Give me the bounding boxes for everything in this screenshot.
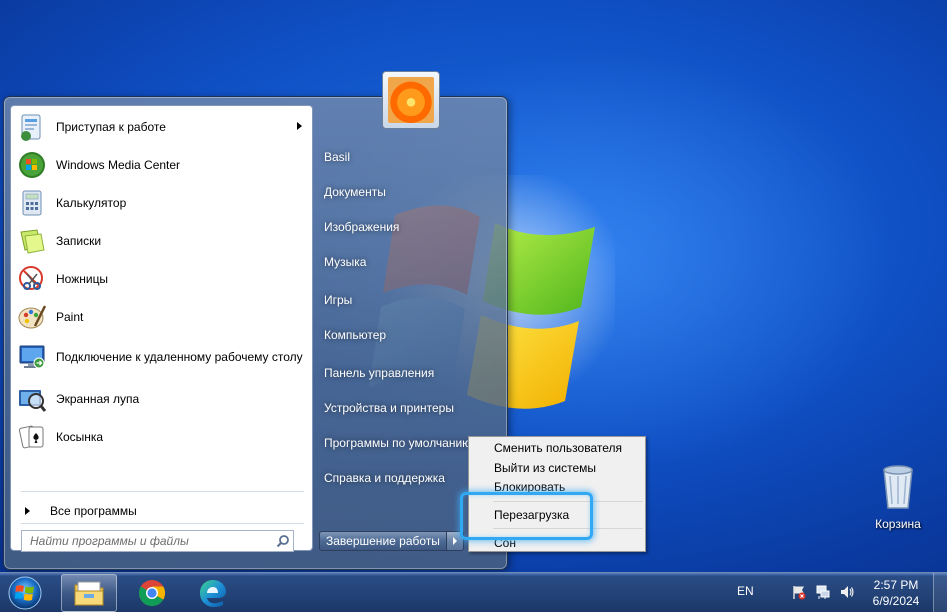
- paint-icon: [18, 305, 47, 329]
- right-link-label: Игры: [324, 293, 353, 307]
- taskbar-chrome[interactable]: [124, 574, 180, 612]
- right-link-pictures[interactable]: Изображения: [319, 214, 479, 240]
- network-icon[interactable]: [815, 584, 831, 600]
- start-button[interactable]: [5, 575, 45, 611]
- program-label: Калькулятор: [56, 195, 127, 210]
- program-label: Windows Media Center: [56, 157, 181, 172]
- all-programs-label: Все программы: [50, 504, 137, 518]
- shutdown-button[interactable]: Завершение работы: [319, 531, 447, 551]
- program-media-center[interactable]: Windows Media Center: [14, 146, 310, 184]
- right-link-documents[interactable]: Документы: [319, 179, 479, 205]
- clock-time: 2:57 PM: [873, 578, 919, 592]
- edge-icon: [200, 580, 226, 607]
- right-link-help-support[interactable]: Справка и поддержка: [319, 465, 479, 491]
- all-programs-button[interactable]: Все программы: [21, 501, 137, 521]
- program-paint[interactable]: Paint: [14, 298, 310, 336]
- right-link-label: Справка и поддержка: [324, 471, 445, 485]
- user-avatar-flower: [388, 77, 434, 123]
- start-menu: Приступая к работе Windows Media Center …: [3, 71, 508, 570]
- right-link-label: Музыка: [324, 255, 367, 269]
- right-link-control-panel[interactable]: Панель управления: [319, 360, 479, 386]
- program-getting-started[interactable]: Приступая к работе: [14, 108, 310, 146]
- right-link-computer[interactable]: Компьютер: [319, 322, 479, 348]
- user-picture[interactable]: [382, 71, 440, 129]
- program-sticky-notes[interactable]: Записки: [14, 222, 310, 260]
- taskbar-explorer[interactable]: [61, 574, 117, 612]
- right-link-label: Программы по умолчанию: [324, 436, 472, 450]
- remote-desktop-icon: [19, 345, 45, 369]
- getting-started-icon: [21, 114, 41, 141]
- media-center-icon: [19, 152, 45, 178]
- show-desktop-button[interactable]: [933, 573, 947, 612]
- recycle-bin-label: Корзина: [875, 517, 921, 531]
- program-remote-desktop[interactable]: Подключение к удаленному рабочему столу: [14, 336, 310, 378]
- program-snipping-tool[interactable]: Ножницы: [14, 260, 310, 298]
- right-link-label: Изображения: [324, 220, 400, 234]
- system-clock[interactable]: 2:57 PM 6/9/2024: [866, 577, 926, 609]
- taskbar: EN 2:57 PM 6/9/2024: [0, 572, 947, 612]
- program-label: Paint: [56, 309, 84, 324]
- program-label: Косынка: [56, 429, 104, 444]
- calculator-icon: [22, 190, 42, 216]
- shutdown-label: Завершение работы: [326, 534, 440, 548]
- recycle-bin-icon: [883, 465, 913, 509]
- solitaire-icon: [18, 425, 44, 449]
- program-solitaire[interactable]: Косынка: [14, 418, 310, 456]
- magnifier-icon: [19, 390, 47, 412]
- right-link-default-programs[interactable]: Программы по умолчанию: [319, 430, 474, 456]
- start-menu-programs-pane: Приступая к работе Windows Media Center …: [10, 105, 313, 552]
- right-link-label: Панель управления: [324, 366, 435, 380]
- clock-date: 6/9/2024: [872, 594, 920, 608]
- volume-icon[interactable]: [839, 584, 855, 600]
- program-label: Экранная лупа: [56, 391, 140, 406]
- snipping-tool-icon: [19, 266, 43, 290]
- language-indicator[interactable]: EN: [737, 584, 754, 598]
- program-magnifier[interactable]: Экранная лупа: [14, 380, 310, 418]
- sticky-notes-icon: [20, 229, 45, 254]
- start-search-input[interactable]: [22, 532, 273, 550]
- program-label: Приступая к работе: [56, 119, 166, 134]
- file-explorer-icon: [74, 581, 104, 606]
- right-link-label: Документы: [324, 185, 386, 199]
- menu-item-log-off[interactable]: Выйти из системы: [494, 458, 596, 478]
- menu-item-label: Выйти из системы: [494, 461, 597, 475]
- menu-item-label: Сменить пользователя: [494, 441, 622, 455]
- programs-divider: [21, 491, 304, 492]
- right-link-devices-printers[interactable]: Устройства и принтеры: [319, 395, 479, 421]
- restart-highlight-ring: [460, 492, 593, 540]
- right-link-label: Компьютер: [324, 328, 387, 342]
- right-link-music[interactable]: Музыка: [319, 249, 479, 275]
- right-link-games[interactable]: Игры: [319, 287, 479, 313]
- submenu-arrow-icon[interactable]: [297, 122, 302, 130]
- chevron-right-icon: [453, 537, 457, 545]
- right-link-user[interactable]: Basil: [319, 144, 479, 170]
- start-search-box[interactable]: [21, 530, 294, 552]
- menu-item-switch-user[interactable]: Сменить пользователя: [494, 438, 622, 458]
- program-label: Записки: [56, 233, 102, 248]
- chrome-icon: [138, 580, 166, 607]
- taskbar-edge[interactable]: [185, 574, 241, 612]
- right-link-label: Устройства и принтеры: [324, 401, 454, 415]
- recycle-bin[interactable]: Корзина: [866, 462, 930, 531]
- windows-orb-icon: [8, 576, 42, 610]
- search-icon[interactable]: [273, 531, 293, 551]
- right-link-label: Basil: [324, 150, 351, 164]
- all-programs-arrow-icon: [25, 507, 30, 515]
- program-label: Ножницы: [56, 271, 109, 286]
- action-center-flag-icon[interactable]: [791, 584, 807, 600]
- search-divider: [21, 523, 304, 524]
- program-label: Подключение к удаленному рабочему столу: [56, 349, 303, 364]
- program-calculator[interactable]: Калькулятор: [14, 184, 310, 222]
